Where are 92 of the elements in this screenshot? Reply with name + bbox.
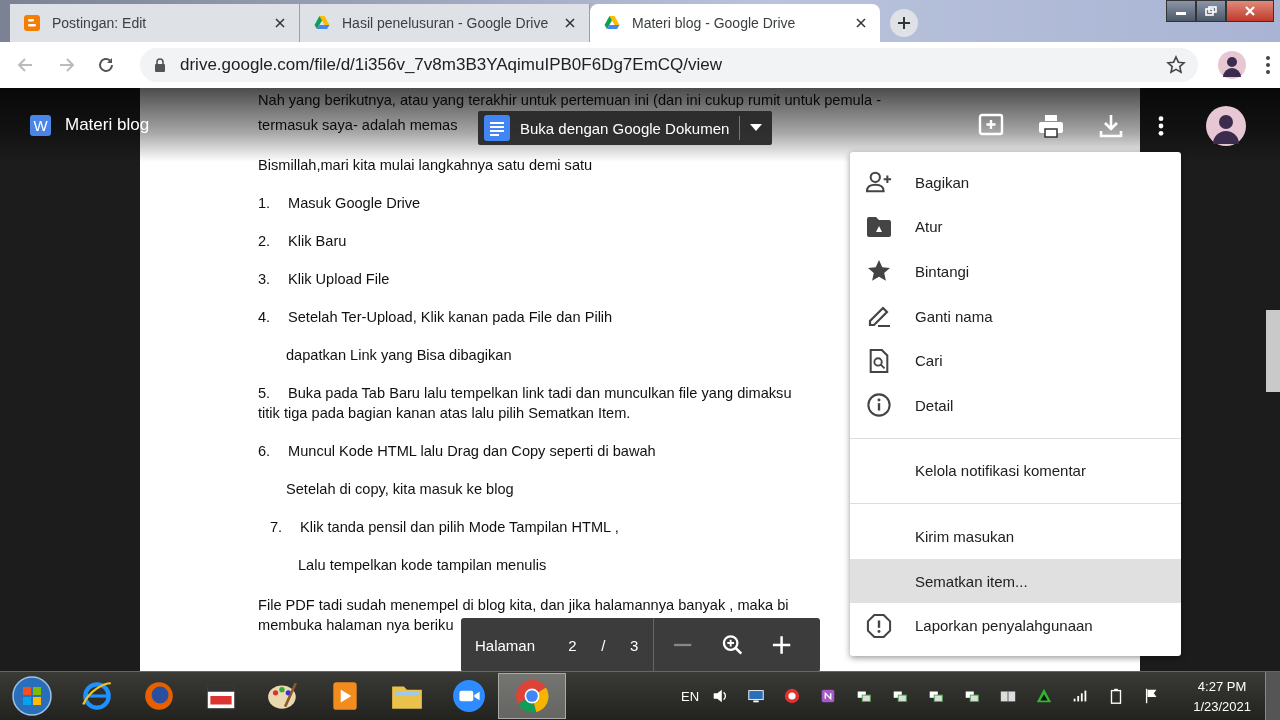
clock-date[interactable]: 1/23/2021 [1193, 698, 1251, 714]
paragraph-text: File PDF tadi sudah menempel di blog kita, dan jika halamannya banyak , maka bi [258, 596, 789, 615]
print-icon[interactable] [1038, 113, 1064, 139]
internet-explorer-icon[interactable] [80, 679, 114, 713]
list-item-text: Muncul Kode HTML lalu Drag dan Copy seperti di bawah [288, 442, 656, 461]
download-icon[interactable] [1098, 113, 1124, 139]
chrome-icon [515, 679, 549, 713]
list-item-text: Klik Baru [288, 232, 347, 251]
menu-item[interactable]: Laporkan penyalahgunaan [850, 603, 1181, 648]
new-tab-button[interactable] [890, 9, 918, 37]
menu-item[interactable]: Sematkan item... [850, 558, 1181, 604]
paragraph-text: Setelah di copy, kita masuk ke blog [286, 480, 514, 499]
record-icon[interactable] [783, 687, 802, 705]
open-with-button[interactable]: Buka dengan Google Dokumen [478, 111, 773, 145]
current-page[interactable]: 2 [557, 636, 588, 654]
zoom-icon[interactable] [721, 634, 743, 656]
list-number: 1. [258, 194, 272, 213]
monitor-icon[interactable] [747, 687, 766, 705]
list-number: 3. [258, 270, 272, 289]
close-icon[interactable] [275, 18, 285, 28]
menu-item[interactable]: Detail [850, 382, 1181, 428]
language-indicator[interactable]: EN [681, 688, 700, 704]
page-count: 3 [628, 636, 640, 654]
list-item-text: Klik tanda pensil dan pilih Mode Tampilan HTML , [300, 518, 619, 537]
menu-item[interactable]: Kelola notifikasi komentar [850, 448, 1181, 494]
triangle-icon[interactable] [1035, 687, 1054, 705]
list-number: 6. [258, 442, 272, 461]
paragraph-text: termasuk saya- adalah memas [258, 116, 458, 135]
list-item-text: Klik Upload File [288, 270, 390, 289]
paragraph-text: Nah yang berikutnya, atau yang terakhir untuk pertemuan ini (dan ini cukup rumit untuk pemula - [258, 91, 881, 109]
list-number: 4. [258, 308, 272, 327]
clock-time[interactable]: 4:27 PM [1197, 678, 1247, 694]
tab-title: Hasil penelusuran - Google Drive [342, 15, 550, 31]
info-icon [866, 393, 892, 418]
paragraph-text: dapatkan Link yang Bisa dibagikan [286, 346, 512, 365]
paragraph-text: Lalu tempelkan kode tampilan menulis [298, 556, 547, 575]
avatar-icon[interactable] [1218, 51, 1246, 79]
browser-tab[interactable]: Materi blog - Google Drive [590, 4, 880, 42]
file-type-icon: W [30, 114, 51, 136]
list-item-text: Buka pada Tab Baru lalu tempelkan link tadi dan munculkan file yang dimaksu [288, 384, 792, 403]
menu-item[interactable]: Ganti nama [850, 293, 1181, 339]
firefox-icon[interactable] [142, 679, 176, 713]
close-icon[interactable] [565, 18, 575, 28]
menu-item[interactable]: Bintangi [850, 249, 1181, 294]
list-number: 5. [258, 384, 272, 403]
minimize-button[interactable] [1166, 0, 1196, 22]
close-button[interactable] [1226, 0, 1274, 22]
document-icon [484, 115, 510, 141]
blogger-icon [24, 15, 40, 31]
file-title: Materi blog [65, 115, 150, 135]
paragraph-text: Bismillah,mari kita mulai langkahnya satu demi satu [258, 156, 593, 175]
bookmark-star-icon[interactable] [1166, 55, 1186, 75]
caret-icon[interactable] [750, 124, 763, 132]
more-icon[interactable] [1158, 115, 1164, 137]
close-icon [1244, 6, 1256, 16]
list-item-text: Masuk Google Drive [288, 194, 421, 213]
report-icon [866, 613, 892, 638]
paragraph-text: membuka halaman nya beriku [258, 616, 454, 635]
scrollbar-thumb[interactable] [1266, 310, 1280, 392]
zoom-in-icon[interactable] [770, 634, 792, 656]
page-separator: / [600, 636, 607, 654]
tab-title: Materi blog - Google Drive [632, 15, 797, 31]
pencil-icon [866, 304, 892, 329]
list-number: 2. [258, 232, 272, 251]
drive-icon [314, 15, 330, 31]
plus-icon [897, 16, 911, 30]
restore-button[interactable] [1196, 0, 1226, 22]
lock-icon [154, 58, 166, 72]
menu-item[interactable]: Cari [850, 338, 1181, 383]
tab-title: Postingan: Edit [52, 15, 148, 31]
start-button[interactable] [12, 676, 52, 716]
list-number: 7. [270, 518, 284, 537]
menu-item[interactable]: Kirim masukan [850, 514, 1181, 559]
menu-item[interactable]: Atur [850, 204, 1181, 250]
video-camera-icon[interactable] [452, 679, 486, 713]
close-icon[interactable] [856, 18, 866, 28]
list-item-text: Setelah Ter-Upload, Klik kanan pada File dan Pilih [288, 308, 613, 327]
address-field[interactable]: drive.google.com/file/d/1i356v_7v8m3B3YAqimuIPB0F6Dg7EmCQ/view [140, 48, 1198, 82]
page-label: Halaman [475, 636, 536, 654]
menu-icon[interactable] [1266, 56, 1270, 74]
drive-icon [604, 15, 620, 31]
avatar-icon[interactable] [1206, 106, 1246, 146]
restore-icon [1205, 6, 1217, 16]
star-icon [866, 259, 892, 284]
paragraph-text: titik tiga pada bagian kanan atas lalu pilih Sematkan Item. [258, 404, 631, 423]
reload-icon[interactable] [96, 55, 116, 75]
browser-tab[interactable]: Postingan: Edit [10, 4, 300, 42]
person-add-icon [866, 170, 892, 195]
browser-tab[interactable]: Hasil penelusuran - Google Drive [300, 4, 590, 42]
menu-item[interactable]: Bagikan [850, 160, 1181, 205]
chrome-taskbar-button[interactable] [498, 673, 566, 719]
folder-icon [866, 214, 892, 239]
